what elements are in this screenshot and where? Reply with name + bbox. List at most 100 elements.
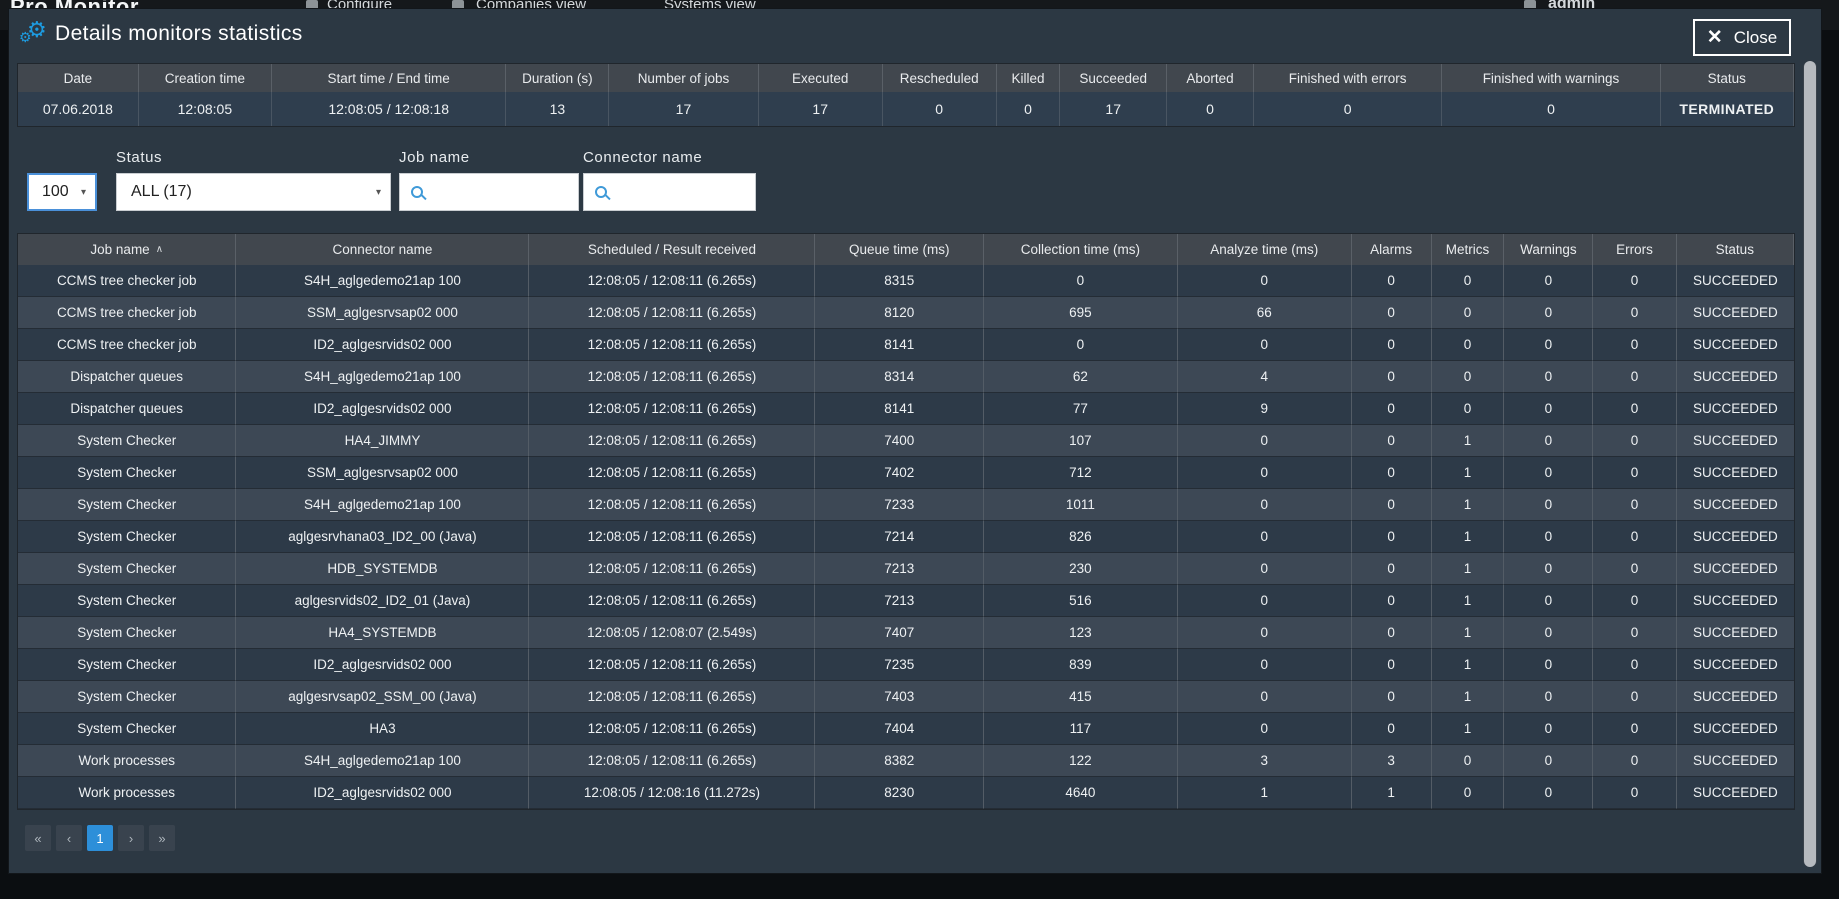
table-cell: 0 bbox=[1352, 393, 1432, 425]
table-cell: 0 bbox=[1504, 329, 1593, 361]
connector-name-search-box[interactable] bbox=[583, 173, 756, 211]
table-cell: 0 bbox=[1432, 777, 1505, 809]
connector-name-filter-label: Connector name bbox=[583, 149, 702, 166]
table-cell: System Checker bbox=[18, 681, 236, 713]
table-cell: 0 bbox=[1593, 457, 1676, 489]
jobs-column-header[interactable]: Status bbox=[1677, 234, 1794, 265]
table-cell: 0 bbox=[1432, 329, 1505, 361]
table-row[interactable]: Dispatcher queuesID2_aglgesrvids02 00012… bbox=[18, 393, 1794, 425]
table-cell: 12:08:05 / 12:08:16 (11.272s) bbox=[529, 777, 815, 809]
jobs-column-header[interactable]: Metrics bbox=[1432, 234, 1505, 265]
table-cell: 0 bbox=[1593, 681, 1676, 713]
table-cell: 0 bbox=[984, 329, 1178, 361]
table-row[interactable]: CCMS tree checker jobID2_aglgesrvids02 0… bbox=[18, 329, 1794, 361]
summary-column-header: Status bbox=[1661, 64, 1794, 92]
table-cell: 1 bbox=[1432, 489, 1505, 521]
table-cell: SUCCEEDED bbox=[1677, 489, 1794, 521]
summary-column-header: Killed bbox=[997, 64, 1061, 92]
first-page-button[interactable]: « bbox=[25, 825, 51, 851]
table-row[interactable]: System CheckerHA4_SYSTEMDB12:08:05 / 12:… bbox=[18, 617, 1794, 649]
job-name-search-box[interactable] bbox=[399, 173, 579, 211]
table-row[interactable]: System CheckerSSM_aglgesrvsap02 00012:08… bbox=[18, 457, 1794, 489]
table-row[interactable]: System Checkeraglgesrvhana03_ID2_00 (Jav… bbox=[18, 521, 1794, 553]
scrollbar-thumb[interactable] bbox=[1804, 61, 1816, 867]
summary-value-cell: 12:08:05 / 12:08:18 bbox=[272, 92, 506, 126]
table-cell: 123 bbox=[984, 617, 1178, 649]
summary-value-cell: 0 bbox=[1167, 92, 1254, 126]
table-cell: 12:08:05 / 12:08:11 (6.265s) bbox=[529, 489, 815, 521]
table-cell: 0 bbox=[1352, 649, 1432, 681]
job-name-search-input[interactable] bbox=[431, 184, 556, 201]
table-cell: 0 bbox=[1352, 681, 1432, 713]
jobs-column-header[interactable]: Alarms bbox=[1352, 234, 1432, 265]
table-cell: 1 bbox=[1432, 585, 1505, 617]
table-cell: 0 bbox=[1504, 489, 1593, 521]
table-cell: 839 bbox=[984, 649, 1178, 681]
vertical-scrollbar[interactable] bbox=[1803, 61, 1817, 867]
sort-asc-icon: ∧ bbox=[156, 244, 163, 255]
table-row[interactable]: System CheckerHDB_SYSTEMDB12:08:05 / 12:… bbox=[18, 553, 1794, 585]
table-cell: Work processes bbox=[18, 777, 236, 809]
jobs-column-header[interactable]: Scheduled / Result received bbox=[529, 234, 815, 265]
table-cell: 1 bbox=[1432, 681, 1505, 713]
table-cell: SUCCEEDED bbox=[1677, 297, 1794, 329]
table-cell: 0 bbox=[1352, 521, 1432, 553]
table-row[interactable]: System Checkeraglgesrvids02_ID2_01 (Java… bbox=[18, 585, 1794, 617]
table-cell: 0 bbox=[1432, 297, 1505, 329]
table-cell: Dispatcher queues bbox=[18, 393, 236, 425]
table-cell: SUCCEEDED bbox=[1677, 457, 1794, 489]
table-row[interactable]: Work processesID2_aglgesrvids02 00012:08… bbox=[18, 777, 1794, 809]
table-cell: 0 bbox=[1593, 393, 1676, 425]
table-cell: 0 bbox=[1504, 681, 1593, 713]
summary-value-cell: 0 bbox=[883, 92, 997, 126]
table-cell: 0 bbox=[1504, 297, 1593, 329]
table-cell: Work processes bbox=[18, 745, 236, 777]
table-cell: 3 bbox=[1352, 745, 1432, 777]
table-row[interactable]: System CheckerHA312:08:05 / 12:08:11 (6.… bbox=[18, 713, 1794, 745]
next-page-button[interactable]: › bbox=[118, 825, 144, 851]
table-row[interactable]: Dispatcher queuesS4H_aglgedemo21ap 10012… bbox=[18, 361, 1794, 393]
connector-name-search-input[interactable] bbox=[615, 184, 735, 201]
jobs-column-header[interactable]: Analyze time (ms) bbox=[1178, 234, 1352, 265]
table-cell: CCMS tree checker job bbox=[18, 265, 236, 297]
table-cell: 0 bbox=[1593, 649, 1676, 681]
jobs-column-header[interactable]: Errors bbox=[1593, 234, 1676, 265]
table-cell: 12:08:05 / 12:08:11 (6.265s) bbox=[529, 265, 815, 297]
prev-page-button[interactable]: ‹ bbox=[56, 825, 82, 851]
jobs-column-header[interactable]: Warnings bbox=[1504, 234, 1593, 265]
table-row[interactable]: CCMS tree checker jobS4H_aglgedemo21ap 1… bbox=[18, 265, 1794, 297]
table-cell: 12:08:05 / 12:08:11 (6.265s) bbox=[529, 457, 815, 489]
summary-value-cell: 12:08:05 bbox=[139, 92, 272, 126]
table-cell: 0 bbox=[1593, 585, 1676, 617]
table-row[interactable]: CCMS tree checker jobSSM_aglgesrvsap02 0… bbox=[18, 297, 1794, 329]
last-page-button[interactable]: » bbox=[149, 825, 175, 851]
summary-value-cell: 17 bbox=[759, 92, 883, 126]
summary-value-row[interactable]: 07.06.201812:08:0512:08:05 / 12:08:18131… bbox=[18, 92, 1794, 126]
status-filter-select[interactable]: ALL (17) ▾ bbox=[116, 173, 391, 211]
table-cell: 4640 bbox=[984, 777, 1178, 809]
table-cell: 7233 bbox=[815, 489, 984, 521]
jobs-column-header[interactable]: Job name∧ bbox=[18, 234, 236, 265]
table-row[interactable]: System CheckerHA4_JIMMY12:08:05 / 12:08:… bbox=[18, 425, 1794, 457]
table-cell: 0 bbox=[1352, 265, 1432, 297]
jobs-column-header[interactable]: Queue time (ms) bbox=[815, 234, 984, 265]
jobs-column-header[interactable]: Connector name bbox=[236, 234, 529, 265]
table-cell: 9 bbox=[1178, 393, 1352, 425]
table-cell: 0 bbox=[1504, 649, 1593, 681]
filter-bar: Status Job name Connector name 100 ▾ ALL… bbox=[17, 149, 1813, 215]
close-label: Close bbox=[1734, 28, 1777, 48]
page-size-select[interactable]: 100 ▾ bbox=[27, 173, 97, 211]
table-row[interactable]: Work processesS4H_aglgedemo21ap 10012:08… bbox=[18, 745, 1794, 777]
table-cell: aglgesrvsap02_SSM_00 (Java) bbox=[236, 681, 529, 713]
page-number-button[interactable]: 1 bbox=[87, 825, 113, 851]
table-cell: Dispatcher queues bbox=[18, 361, 236, 393]
table-row[interactable]: System CheckerS4H_aglgedemo21ap 10012:08… bbox=[18, 489, 1794, 521]
close-button[interactable]: ✕ Close bbox=[1693, 19, 1791, 56]
jobs-column-header[interactable]: Collection time (ms) bbox=[984, 234, 1178, 265]
table-cell: 0 bbox=[1593, 745, 1676, 777]
jobs-table: Job name∧Connector nameScheduled / Resul… bbox=[17, 233, 1795, 810]
table-cell: S4H_aglgedemo21ap 100 bbox=[236, 745, 529, 777]
table-cell: 0 bbox=[1352, 329, 1432, 361]
table-row[interactable]: System Checkeraglgesrvsap02_SSM_00 (Java… bbox=[18, 681, 1794, 713]
table-row[interactable]: System CheckerID2_aglgesrvids02 00012:08… bbox=[18, 649, 1794, 681]
